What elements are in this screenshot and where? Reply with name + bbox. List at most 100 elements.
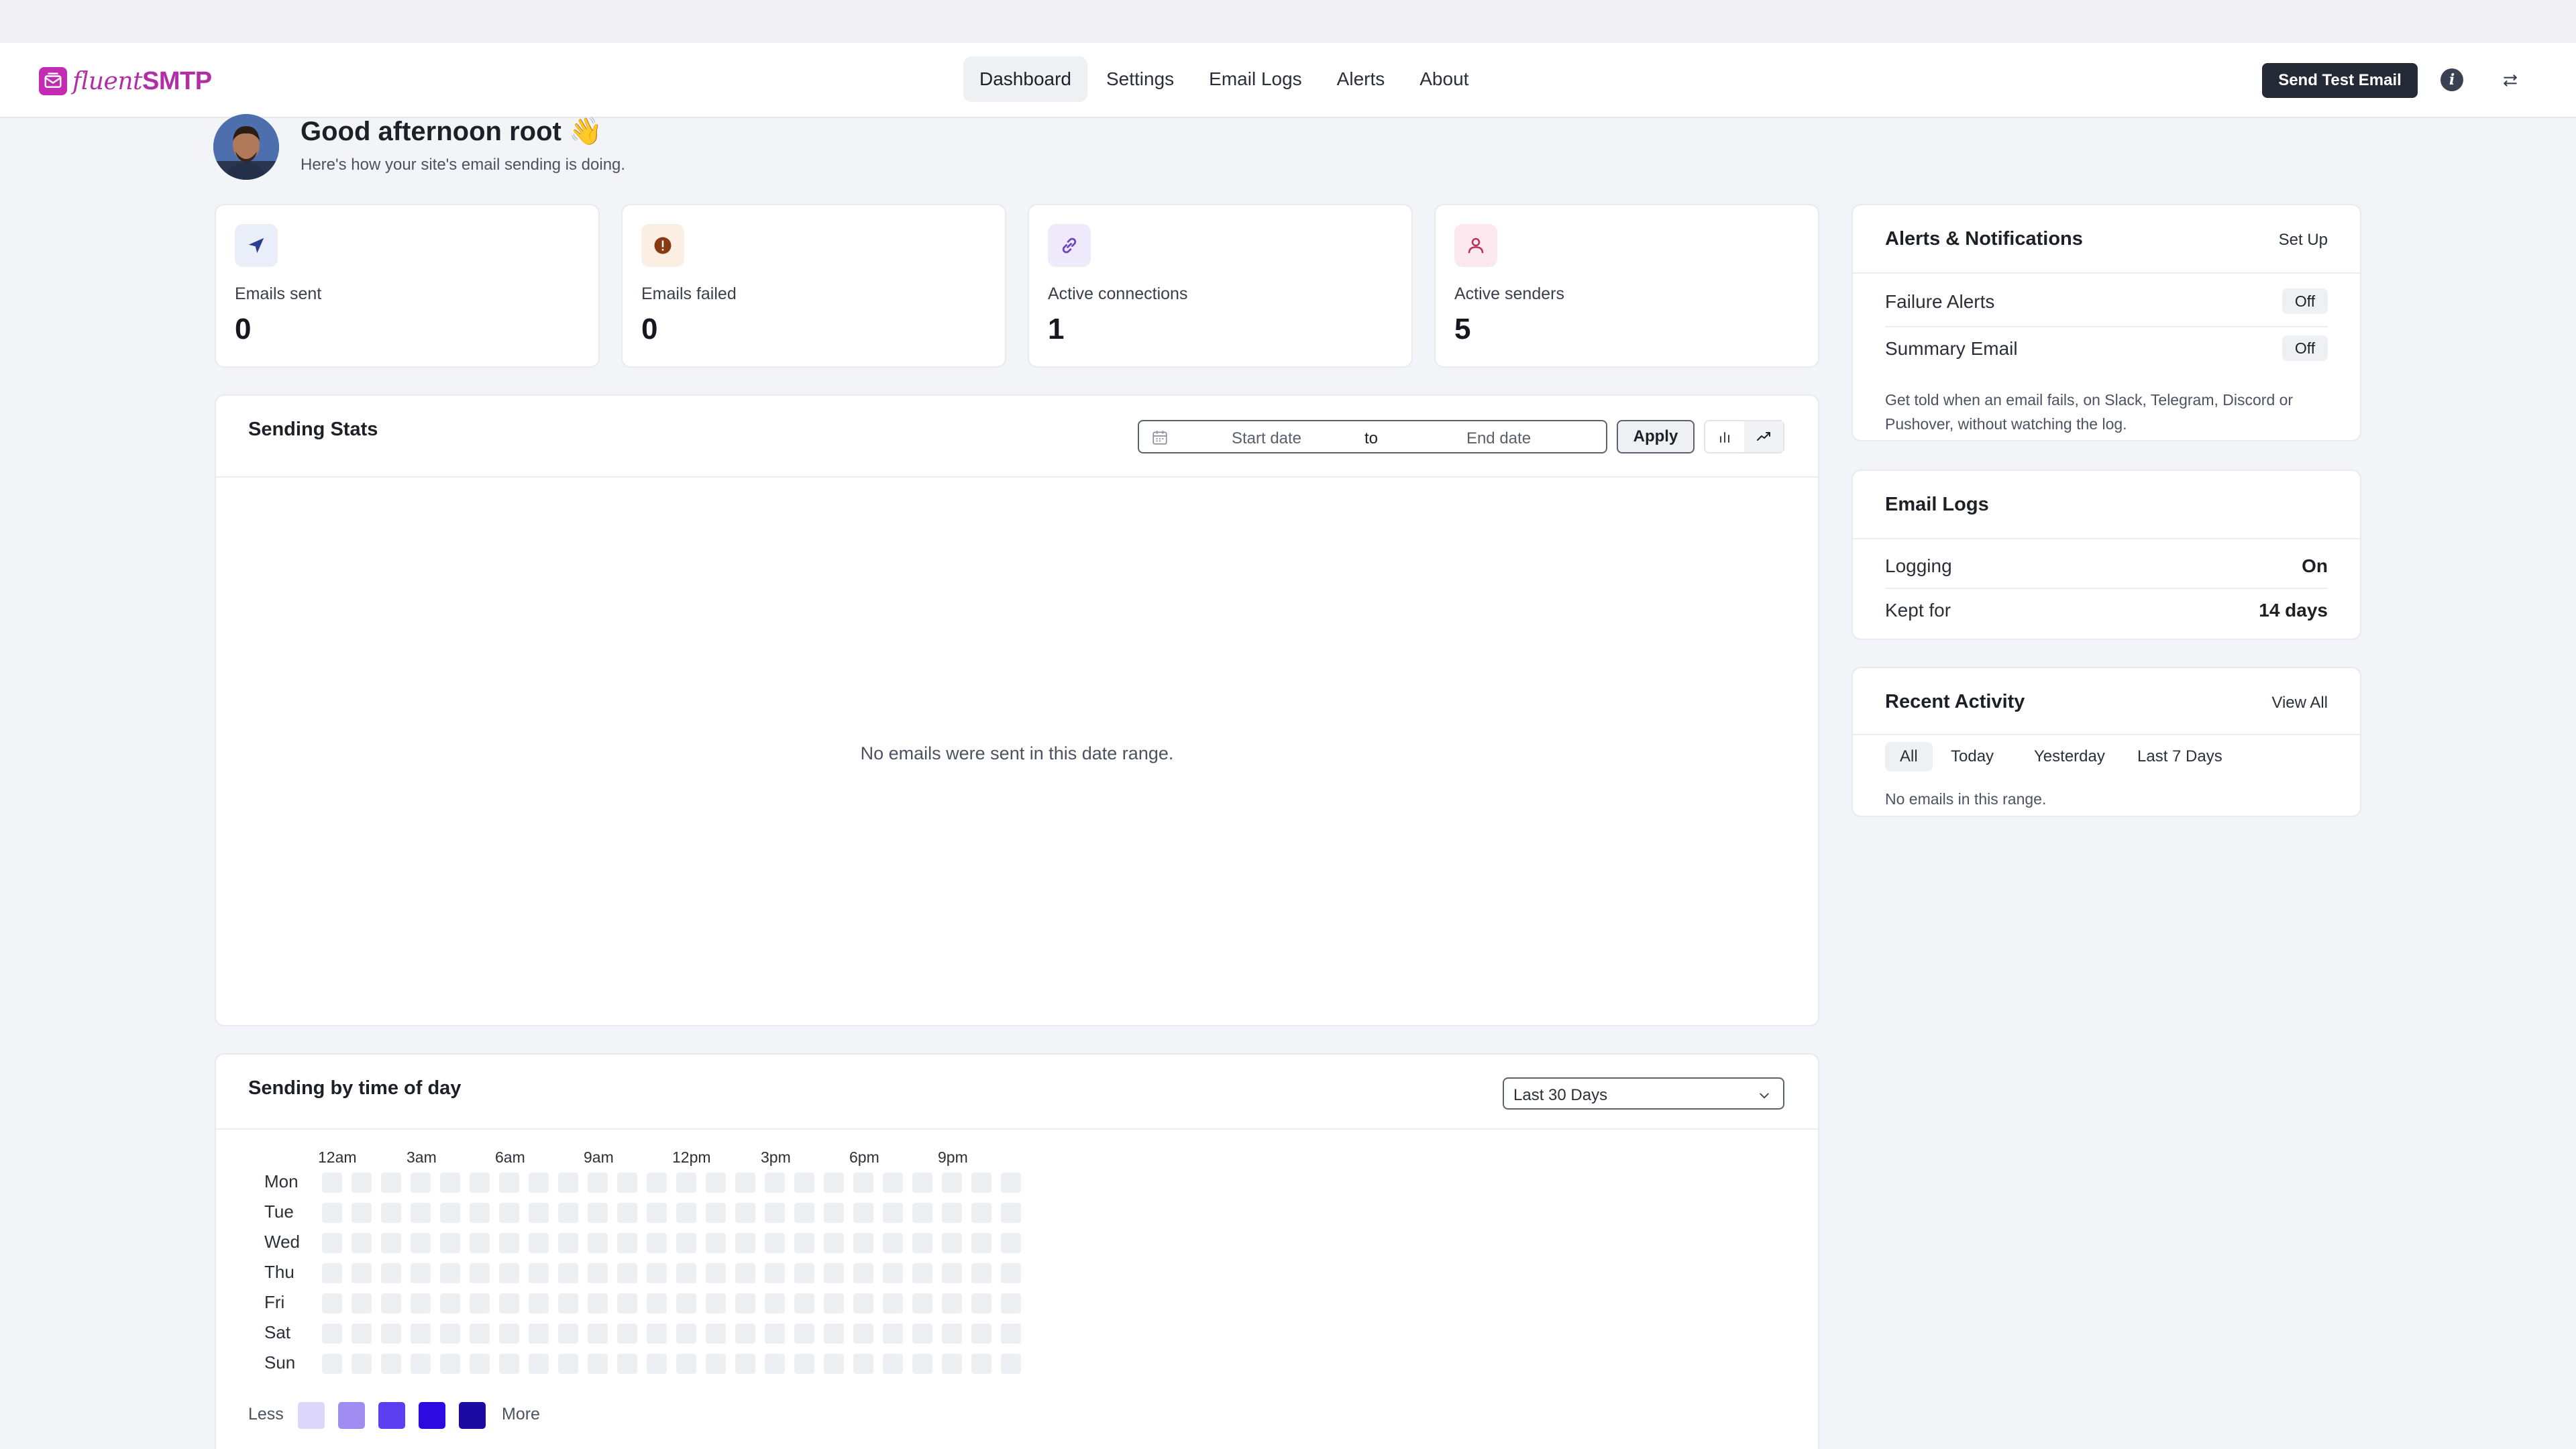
heatmap-cell[interactable] bbox=[942, 1263, 962, 1283]
heatmap-cell[interactable] bbox=[971, 1293, 991, 1313]
heatmap-cell[interactable] bbox=[883, 1293, 903, 1313]
heatmap-cell[interactable] bbox=[794, 1293, 814, 1313]
heatmap-cell[interactable] bbox=[558, 1203, 578, 1223]
heatmap-cell[interactable] bbox=[912, 1173, 932, 1193]
heatmap-cell[interactable] bbox=[470, 1203, 490, 1223]
heatmap-cell[interactable] bbox=[499, 1173, 519, 1193]
heatmap-cell[interactable] bbox=[735, 1293, 755, 1313]
date-range-picker[interactable]: Start date to End date bbox=[1138, 420, 1607, 453]
heatmap-cell[interactable] bbox=[765, 1173, 785, 1193]
heatmap-cell[interactable] bbox=[706, 1173, 726, 1193]
heatmap-cell[interactable] bbox=[1001, 1233, 1021, 1253]
heatmap-cell[interactable] bbox=[352, 1203, 372, 1223]
heatmap-cell[interactable] bbox=[647, 1263, 667, 1283]
heatmap-cell[interactable] bbox=[942, 1324, 962, 1344]
heatmap-cell[interactable] bbox=[440, 1263, 460, 1283]
heatmap-cell[interactable] bbox=[381, 1203, 401, 1223]
heatmap-cell[interactable] bbox=[529, 1173, 549, 1193]
heatmap-cell[interactable] bbox=[617, 1173, 637, 1193]
heatmap-cell[interactable] bbox=[588, 1354, 608, 1374]
heatmap-cell[interactable] bbox=[735, 1354, 755, 1374]
heatmap-cell[interactable] bbox=[706, 1263, 726, 1283]
heatmap-cell[interactable] bbox=[883, 1263, 903, 1283]
heatmap-cell[interactable] bbox=[647, 1293, 667, 1313]
heatmap-cell[interactable] bbox=[824, 1293, 844, 1313]
heatmap-cell[interactable] bbox=[411, 1324, 431, 1344]
heatmap-cell[interactable] bbox=[735, 1173, 755, 1193]
heatmap-cell[interactable] bbox=[499, 1324, 519, 1344]
heatmap-cell[interactable] bbox=[706, 1293, 726, 1313]
heatmap-cell[interactable] bbox=[470, 1354, 490, 1374]
heatmap-cell[interactable] bbox=[912, 1203, 932, 1223]
heatmap-cell[interactable] bbox=[558, 1293, 578, 1313]
heatmap-cell[interactable] bbox=[322, 1293, 342, 1313]
heatmap-cell[interactable] bbox=[529, 1203, 549, 1223]
heatmap-cell[interactable] bbox=[765, 1263, 785, 1283]
heatmap-cell[interactable] bbox=[706, 1324, 726, 1344]
heatmap-cell[interactable] bbox=[381, 1263, 401, 1283]
heatmap-cell[interactable] bbox=[411, 1293, 431, 1313]
heatmap-cell[interactable] bbox=[794, 1354, 814, 1374]
heatmap-cell[interactable] bbox=[706, 1233, 726, 1253]
filter-all[interactable]: All bbox=[1885, 742, 1933, 771]
heatmap-cell[interactable] bbox=[765, 1354, 785, 1374]
heatmap-cell[interactable] bbox=[588, 1263, 608, 1283]
heatmap-cell[interactable] bbox=[1001, 1293, 1021, 1313]
failure-alerts-status[interactable]: Off bbox=[2282, 288, 2328, 314]
heatmap-cell[interactable] bbox=[912, 1233, 932, 1253]
heatmap-cell[interactable] bbox=[352, 1233, 372, 1253]
heatmap-cell[interactable] bbox=[381, 1354, 401, 1374]
brand-logo[interactable]: fluentSMTP bbox=[39, 66, 212, 97]
heatmap-cell[interactable] bbox=[411, 1354, 431, 1374]
heatmap-cell[interactable] bbox=[676, 1354, 696, 1374]
heatmap-cell[interactable] bbox=[853, 1263, 873, 1283]
heatmap-cell[interactable] bbox=[440, 1173, 460, 1193]
heatmap-cell[interactable] bbox=[1001, 1354, 1021, 1374]
heatmap-cell[interactable] bbox=[470, 1173, 490, 1193]
heatmap-cell[interactable] bbox=[381, 1173, 401, 1193]
line-chart-icon[interactable] bbox=[1744, 421, 1783, 452]
apply-button[interactable]: Apply bbox=[1617, 420, 1695, 453]
heatmap-cell[interactable] bbox=[824, 1233, 844, 1253]
heatmap-cell[interactable] bbox=[647, 1354, 667, 1374]
sliders-icon[interactable] bbox=[2498, 68, 2522, 93]
heatmap-cell[interactable] bbox=[1001, 1324, 1021, 1344]
heatmap-cell[interactable] bbox=[440, 1233, 460, 1253]
nav-email-logs[interactable]: Email Logs bbox=[1193, 56, 1318, 102]
heatmap-cell[interactable] bbox=[588, 1233, 608, 1253]
heatmap-cell[interactable] bbox=[735, 1263, 755, 1283]
end-date-input[interactable]: End date bbox=[1452, 429, 1546, 448]
filter-last-7-days[interactable]: Last 7 Days bbox=[2123, 742, 2237, 771]
heatmap-cell[interactable] bbox=[794, 1263, 814, 1283]
send-test-email-button[interactable]: Send Test Email bbox=[2262, 63, 2418, 98]
heatmap-cell[interactable] bbox=[529, 1263, 549, 1283]
heatmap-cell[interactable] bbox=[322, 1354, 342, 1374]
heatmap-cell[interactable] bbox=[824, 1263, 844, 1283]
heatmap-cell[interactable] bbox=[470, 1324, 490, 1344]
heatmap-cell[interactable] bbox=[942, 1203, 962, 1223]
heatmap-cell[interactable] bbox=[794, 1203, 814, 1223]
heatmap-cell[interactable] bbox=[411, 1233, 431, 1253]
heatmap-cell[interactable] bbox=[617, 1203, 637, 1223]
heatmap-cell[interactable] bbox=[824, 1354, 844, 1374]
heatmap-cell[interactable] bbox=[381, 1233, 401, 1253]
heatmap-cell[interactable] bbox=[381, 1324, 401, 1344]
heatmap-cell[interactable] bbox=[322, 1233, 342, 1253]
heatmap-cell[interactable] bbox=[676, 1293, 696, 1313]
filter-today[interactable]: Today bbox=[1936, 742, 2008, 771]
heatmap-cell[interactable] bbox=[529, 1324, 549, 1344]
heatmap-cell[interactable] bbox=[617, 1293, 637, 1313]
heatmap-cell[interactable] bbox=[853, 1354, 873, 1374]
heatmap-cell[interactable] bbox=[352, 1173, 372, 1193]
heatmap-cell[interactable] bbox=[558, 1233, 578, 1253]
heatmap-cell[interactable] bbox=[676, 1203, 696, 1223]
heatmap-cell[interactable] bbox=[883, 1173, 903, 1193]
heatmap-cell[interactable] bbox=[499, 1354, 519, 1374]
heatmap-cell[interactable] bbox=[971, 1324, 991, 1344]
heatmap-cell[interactable] bbox=[322, 1173, 342, 1193]
heatmap-cell[interactable] bbox=[617, 1324, 637, 1344]
heatmap-cell[interactable] bbox=[352, 1324, 372, 1344]
heatmap-cell[interactable] bbox=[647, 1324, 667, 1344]
heatmap-cell[interactable] bbox=[942, 1173, 962, 1193]
heatmap-cell[interactable] bbox=[411, 1173, 431, 1193]
